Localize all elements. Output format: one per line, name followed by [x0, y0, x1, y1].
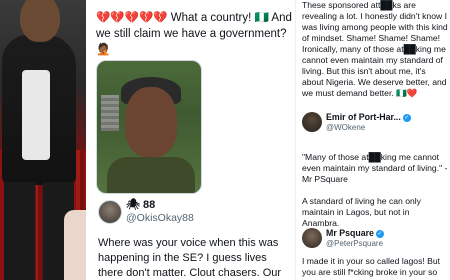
reply-user[interactable]: 🕷 88 @OkisOkay88	[98, 198, 288, 226]
person-shirt	[22, 70, 50, 160]
left-photo	[0, 0, 86, 280]
woman-shirt	[107, 157, 195, 193]
display-name: Mr Psquare	[326, 228, 374, 238]
avatar[interactable]	[302, 228, 322, 248]
reply-text: Where was your voice when this was happe…	[98, 237, 282, 279]
emir-user-row[interactable]: Emir of Port-Har... ✓ @WOkene	[302, 112, 448, 134]
verified-badge-icon: ✓	[375, 230, 384, 238]
verified-badge-icon: ✓	[402, 114, 411, 122]
embedded-video-thumbnail[interactable]	[96, 60, 202, 194]
woman-face	[125, 87, 177, 157]
tweet-text: 💔💔💔💔💔 What a country! 🇳🇬 And we still cl…	[96, 12, 292, 56]
avatar[interactable]	[302, 112, 322, 132]
avatar[interactable]	[98, 200, 122, 224]
blurred-region	[101, 95, 119, 131]
person-head	[20, 0, 60, 42]
tweet-text: I made it in your so called lagos! But y…	[302, 256, 441, 280]
right-tweet-panel: These sponsored att██ks are revealing a …	[295, 0, 450, 280]
display-name: 88	[142, 199, 156, 211]
display-name: Emir of Port-Har...	[326, 112, 401, 122]
tweet-text: These sponsored att██ks are revealing a …	[302, 0, 448, 98]
spider-icon: 🕷	[126, 199, 140, 211]
middle-tweet-panel: 💔💔💔💔💔 What a country! 🇳🇬 And we still cl…	[88, 0, 294, 280]
quote-text: "Many of those at██king me cannot even m…	[302, 152, 448, 184]
user-handle[interactable]: @PeterPsquare	[326, 239, 383, 248]
user-handle[interactable]: @WOkene	[326, 123, 365, 132]
adjacent-figure	[64, 210, 86, 280]
psquare-user-row[interactable]: Mr Psquare ✓ @PeterPsquare	[302, 228, 448, 250]
user-handle[interactable]: @OkisOkay88	[126, 212, 194, 224]
reply-text: A standard of living he can only maintai…	[302, 196, 421, 228]
